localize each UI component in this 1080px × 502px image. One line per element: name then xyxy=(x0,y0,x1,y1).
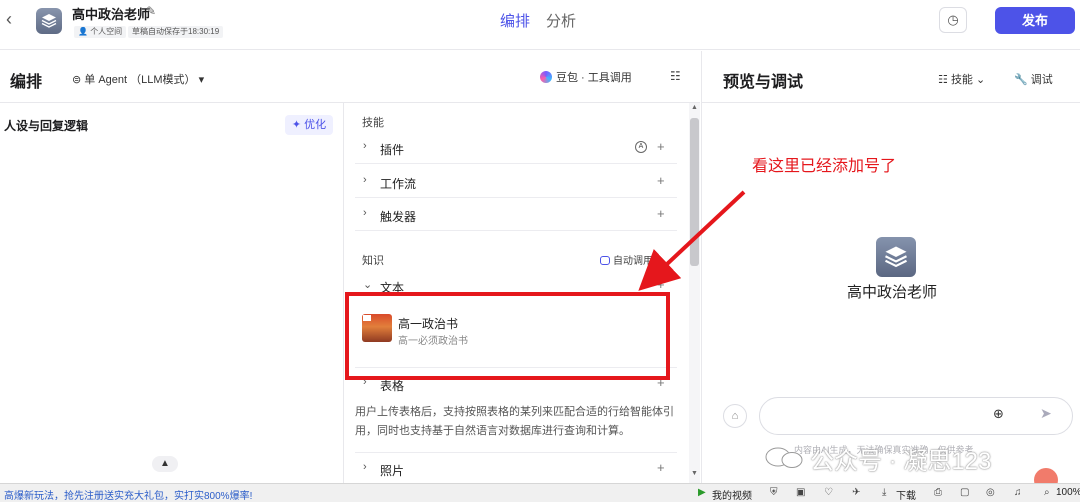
shield-icon[interactable]: ⛨ xyxy=(770,487,778,498)
image-icon[interactable]: ▣ xyxy=(796,487,805,498)
annotation-arrow xyxy=(638,190,746,291)
zoom-icon[interactable]: ⌕ xyxy=(1044,487,1050,498)
download-icon[interactable]: ⤓ xyxy=(882,487,886,498)
browser-status-bar: 高爆新玩法，抢先注册送实充大礼包，实打实800%爆率! ▶ 我的视频 ⛨ ▣ ♡… xyxy=(0,483,1080,502)
printer-icon[interactable]: ⎙ xyxy=(934,487,942,498)
my-video-link[interactable]: 我的视频 xyxy=(712,487,752,502)
rocket-icon[interactable]: ✈ xyxy=(852,487,860,498)
heartbeat-icon[interactable]: ♡ xyxy=(824,487,833,498)
status-ad-link[interactable]: 高爆新玩法，抢先注册送实充大礼包，实打实800%爆率! xyxy=(4,487,252,502)
audio-icon[interactable]: ♫ xyxy=(1014,487,1022,498)
zoom-level[interactable]: 100% xyxy=(1056,487,1080,498)
screenshot-icon[interactable]: ▢ xyxy=(960,487,969,498)
wechat-watermark-icon xyxy=(765,447,803,468)
globe-icon[interactable]: ◎ xyxy=(986,487,995,498)
video-play-icon[interactable]: ▶ xyxy=(698,487,706,498)
watermark-text: 公众号 · 凝思123 xyxy=(810,448,992,475)
download-label[interactable]: 下载 xyxy=(896,487,916,502)
